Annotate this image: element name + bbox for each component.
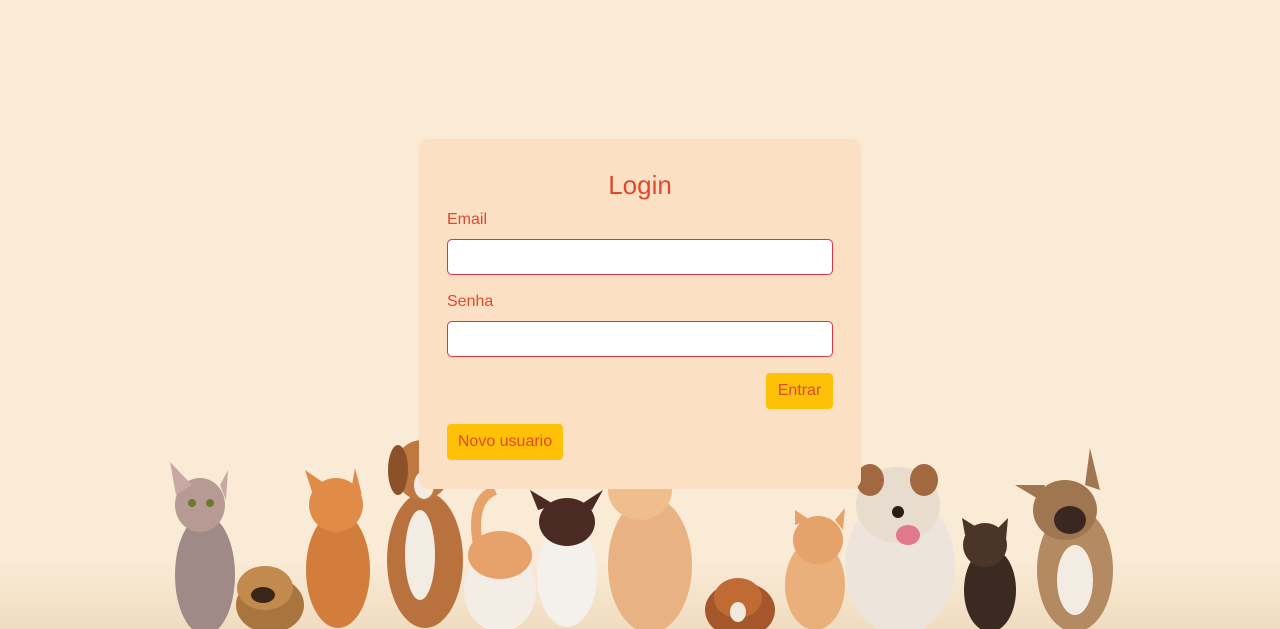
cavalier-puppy-figure — [705, 578, 775, 629]
french-bulldog-figure — [1015, 448, 1113, 629]
email-label: Email — [447, 211, 488, 228]
exotic-shorthair-cat-figure — [464, 485, 536, 629]
orange-tabby-cat-figure — [305, 468, 370, 628]
entrar-button[interactable]: Entrar — [766, 373, 833, 409]
pekingese-dog-figure — [236, 566, 304, 629]
novo-usuario-button[interactable]: Novo usuario — [447, 424, 563, 460]
chihuahua-dog-figure — [530, 490, 603, 627]
login-title: Login — [608, 170, 672, 200]
english-bulldog-figure — [845, 464, 955, 629]
tortoiseshell-kitten-figure — [962, 518, 1016, 629]
orange-kitten-figure — [785, 508, 845, 629]
login-card: Login Email Senha Entrar Novo usuario — [419, 139, 861, 489]
sphynx-cat-figure — [170, 462, 235, 629]
senha-input[interactable] — [447, 321, 833, 357]
email-input[interactable] — [447, 239, 833, 275]
senha-label: Senha — [447, 293, 494, 310]
